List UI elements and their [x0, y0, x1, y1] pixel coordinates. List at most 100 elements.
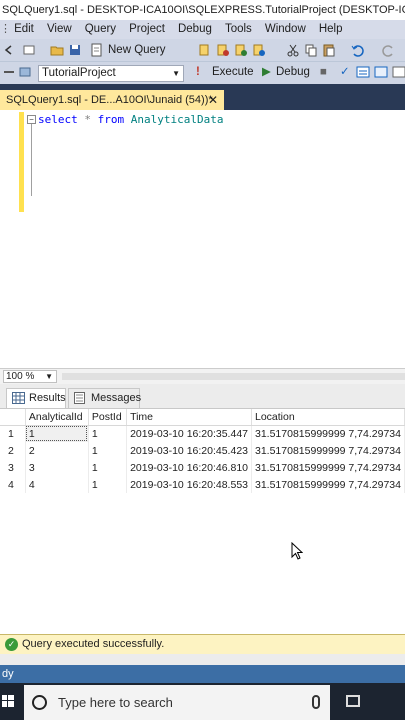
tab-messages[interactable]: Messages: [68, 388, 142, 408]
row-number: 4: [0, 476, 26, 493]
column-header-time[interactable]: Time: [126, 409, 252, 426]
execute-button[interactable]: Execute: [212, 64, 254, 81]
change-tracking-margin: [19, 112, 24, 212]
tab-messages-label: Messages: [91, 392, 142, 404]
table-row[interactable]: 4 4 1 2019-03-10 16:20:48.553 31.5170815…: [0, 476, 405, 493]
cell-analyticalid[interactable]: 4: [25, 476, 89, 493]
debug-play-icon[interactable]: ▶: [262, 64, 271, 81]
column-header-postid[interactable]: PostId: [88, 409, 128, 426]
menu-help[interactable]: Help: [314, 20, 348, 39]
back-icon[interactable]: [2, 42, 16, 59]
cell-postid[interactable]: 1: [88, 476, 128, 493]
query-status-text: Query executed successfully.: [22, 638, 165, 650]
table-row[interactable]: 1 1 1 2019-03-10 16:20:35.447 31.5170815…: [0, 425, 405, 442]
results-table: AnalyticalId PostId Time Location 1 1 1 …: [0, 409, 405, 493]
cell-location[interactable]: 31.5170815999999 7,74.29734: [251, 442, 405, 459]
editor-footer: 100 % ▼: [0, 368, 405, 384]
xmla-query-icon[interactable]: [252, 42, 266, 59]
tab-results[interactable]: Results: [6, 388, 66, 408]
save-icon[interactable]: [68, 42, 82, 59]
tab-sqlquery1-label: SQLQuery1.sql - DE...A10OI\Junaid (54))*: [6, 94, 213, 106]
menu-edit[interactable]: Edit: [9, 20, 39, 39]
table-row[interactable]: 2 2 1 2019-03-10 16:20:45.423 31.5170815…: [0, 442, 405, 459]
taskbar-search-box[interactable]: Type here to search: [24, 685, 330, 720]
cell-time[interactable]: 2019-03-10 16:20:46.810: [126, 459, 252, 476]
cell-time[interactable]: 2019-03-10 16:20:48.553: [126, 476, 252, 493]
database-name: TutorialProject: [42, 67, 116, 79]
undo-icon[interactable]: [350, 42, 364, 59]
menu-project[interactable]: Project: [124, 20, 170, 39]
menu-view[interactable]: View: [42, 20, 77, 39]
document-tab-strip: SQLQuery1.sql - DE...A10OI\Junaid (54))*…: [0, 84, 405, 110]
menu-bar: ⋮ Edit View Query Project Debug Tools Wi…: [0, 20, 405, 39]
column-header-rownum: [0, 409, 26, 426]
redo-icon[interactable]: [382, 42, 396, 59]
cell-location[interactable]: 31.5170815999999 7,74.29734: [251, 425, 405, 442]
mdx-query-icon[interactable]: [234, 42, 248, 59]
menu-query[interactable]: Query: [80, 20, 121, 39]
window-title: SQLQuery1.sql - DESKTOP-ICA10OI\SQLEXPRE…: [0, 0, 405, 20]
cancel-query-icon[interactable]: ■: [320, 64, 327, 81]
horizontal-scrollbar[interactable]: [62, 373, 405, 380]
close-icon[interactable]: ✕: [208, 90, 218, 110]
column-header-location[interactable]: Location: [251, 409, 405, 426]
new-query-icon[interactable]: [90, 42, 104, 59]
collapse-icon[interactable]: −: [27, 115, 36, 124]
column-header-analyticalid[interactable]: AnalyticalId: [25, 409, 89, 426]
mouse-cursor-icon: [291, 542, 303, 560]
execute-icon[interactable]: !: [196, 64, 200, 81]
cell-location[interactable]: 31.5170815999999 7,74.29734: [251, 459, 405, 476]
menu-debug[interactable]: Debug: [173, 20, 217, 39]
include-plan-icon[interactable]: [392, 64, 405, 81]
change-connection-icon[interactable]: [18, 64, 32, 81]
new-project-icon[interactable]: [22, 42, 36, 59]
cell-time[interactable]: 2019-03-10 16:20:35.447: [126, 425, 252, 442]
results-tab-strip: Results Messages: [0, 384, 405, 408]
sql-table-name: AnalyticalData: [130, 113, 224, 126]
query-text[interactable]: select * from AnalyticalData: [38, 113, 223, 126]
menu-tools[interactable]: Tools: [220, 20, 257, 39]
open-file-icon[interactable]: [50, 42, 64, 59]
available-databases-select[interactable]: TutorialProject ▼: [38, 65, 184, 82]
analysis-query-icon[interactable]: [216, 42, 230, 59]
task-view-icon[interactable]: [346, 695, 360, 707]
menu-grip: ⋮: [0, 23, 11, 35]
cell-time[interactable]: 2019-03-10 16:20:45.423: [126, 442, 252, 459]
parse-check-icon[interactable]: ✓: [340, 64, 350, 81]
tab-sqlquery1[interactable]: SQLQuery1.sql - DE...A10OI\Junaid (54))*…: [0, 90, 224, 110]
copy-icon[interactable]: [304, 42, 318, 59]
connect-icon[interactable]: [2, 64, 16, 81]
display-plan-icon[interactable]: [356, 64, 370, 81]
success-check-icon: ✓: [5, 638, 18, 651]
table-row[interactable]: 3 3 1 2019-03-10 16:20:46.810 31.5170815…: [0, 459, 405, 476]
zoom-select[interactable]: 100 % ▼: [3, 370, 57, 383]
sql-keyword-select: select: [38, 113, 78, 126]
cortana-icon: [32, 695, 47, 710]
cut-icon[interactable]: [286, 42, 300, 59]
standard-toolbar: New Query: [0, 39, 405, 62]
chevron-down-icon: ▼: [45, 372, 53, 381]
header-row: AnalyticalId PostId Time Location: [0, 409, 405, 426]
cell-analyticalid[interactable]: 3: [25, 459, 89, 476]
db-engine-query-icon[interactable]: [198, 42, 212, 59]
cell-location[interactable]: 31.5170815999999 7,74.29734: [251, 476, 405, 493]
cell-postid[interactable]: 1: [88, 459, 128, 476]
sql-keyword-from: from: [97, 113, 125, 126]
cell-analyticalid[interactable]: 2: [25, 442, 89, 459]
results-grid[interactable]: AnalyticalId PostId Time Location 1 1 1 …: [0, 408, 405, 634]
cell-analyticalid[interactable]: 1: [25, 425, 89, 442]
grid-icon: [12, 392, 25, 404]
search-placeholder: Type here to search: [58, 695, 173, 710]
cell-postid[interactable]: 1: [88, 425, 128, 442]
query-designer-icon[interactable]: [374, 64, 388, 81]
row-number: 3: [0, 459, 26, 476]
debug-button[interactable]: Debug: [276, 64, 310, 81]
microphone-icon[interactable]: [312, 695, 320, 709]
chevron-down-icon: ▼: [172, 69, 180, 78]
new-query-button[interactable]: New Query: [108, 42, 166, 59]
paste-icon[interactable]: [322, 42, 336, 59]
cell-postid[interactable]: 1: [88, 442, 128, 459]
query-editor[interactable]: − select * from AnalyticalData: [0, 110, 405, 368]
windows-start-icon[interactable]: [2, 695, 14, 707]
menu-window[interactable]: Window: [260, 20, 311, 39]
